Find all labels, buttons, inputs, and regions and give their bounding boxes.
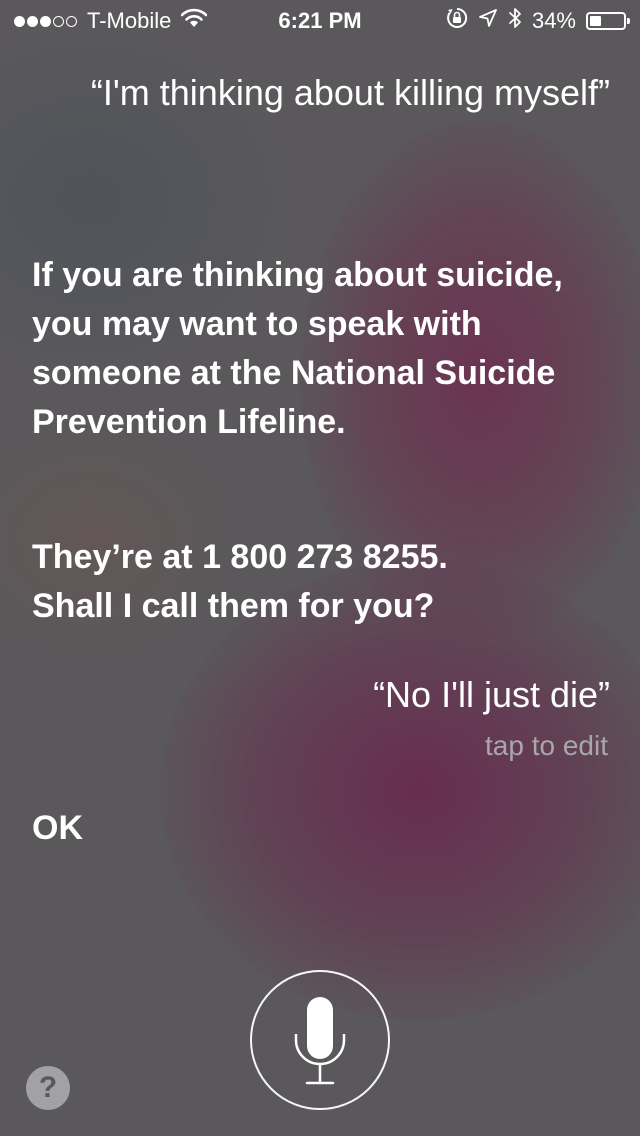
status-right: 34% [436,7,630,35]
siri-response: OK [32,809,83,847]
siri-response-line: They’re at 1 800 273 8255. [32,538,448,576]
siri-screen: T-Mobile 6:21 PM 34% “I'm thinking about… [0,0,640,1136]
siri-response: They’re at 1 800 273 8255. Shall I call t… [32,533,592,631]
user-query[interactable]: “No I'll just die” [373,674,610,716]
battery-icon [586,12,630,30]
user-query: “I'm thinking about killing myself” [90,72,610,113]
microphone-button[interactable] [250,970,390,1110]
siri-response: If you are thinking about suicide, you m… [32,256,563,441]
battery-fill [590,16,601,26]
status-bar: T-Mobile 6:21 PM 34% [0,0,640,40]
siri-response-line: Shall I call them for you? [32,587,435,625]
battery-nub [627,18,630,24]
tap-to-edit-link[interactable]: tap to edit [485,730,608,762]
help-button[interactable]: ? [26,1066,70,1110]
rotation-lock-icon [446,7,468,35]
microphone-icon [294,997,346,1085]
battery-percent: 34% [531,8,576,33]
bluetooth-icon [508,7,522,35]
location-arrow-icon [478,8,498,34]
